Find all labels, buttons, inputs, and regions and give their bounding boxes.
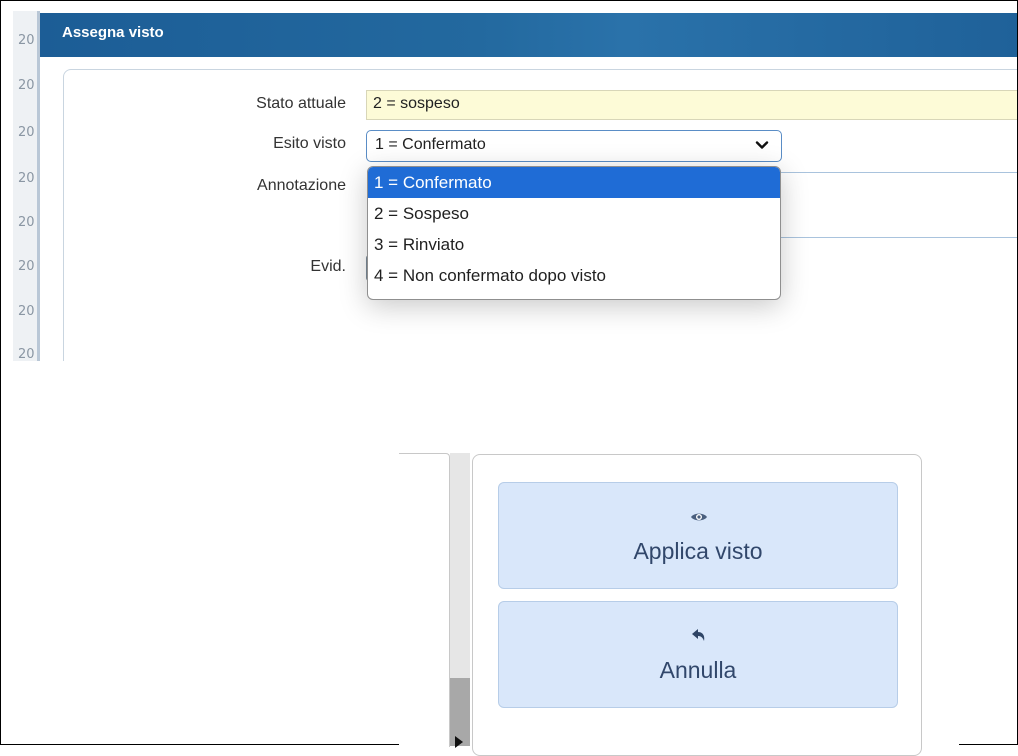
- actions-card: Applica visto Annulla: [472, 454, 922, 756]
- dropdown-option-non-confermato[interactable]: 4 = Non confermato dopo visto: [368, 260, 780, 291]
- vertical-scrollbar[interactable]: [450, 453, 470, 748]
- dialog-title-bar[interactable]: Assegna visto: [40, 13, 1017, 57]
- dropdown-option-confermato[interactable]: 1 = Confermato: [368, 167, 780, 198]
- scroll-right-arrow-icon[interactable]: [455, 736, 463, 748]
- screenshot-frame: 20 20 20 20 20 20 20 20 Assegna visto St…: [0, 0, 1018, 756]
- esito-visto-label: Esito visto: [273, 135, 346, 152]
- gutter-number: 20: [18, 171, 35, 186]
- actions-panel: Applica visto Annulla: [399, 438, 959, 756]
- stato-attuale-label: Stato attuale: [256, 95, 346, 112]
- gutter-number: 20: [18, 304, 35, 319]
- chevron-down-icon: [755, 141, 769, 149]
- assegna-visto-dialog: 20 20 20 20 20 20 20 20 Assegna visto St…: [13, 11, 1017, 361]
- eye-icon: [691, 513, 707, 521]
- gutter-number: 20: [18, 347, 35, 361]
- esito-visto-dropdown-list: 1 = Confermato 2 = Sospeso 3 = Rinviato …: [367, 166, 781, 300]
- stato-attuale-field: 2 = sospeso: [366, 90, 1017, 120]
- esito-visto-select[interactable]: 1 = Confermato: [366, 130, 782, 162]
- gutter-number: 20: [18, 33, 35, 48]
- applica-visto-label: Applica visto: [633, 538, 763, 564]
- background-list-gutter: 20 20 20 20 20 20 20 20: [13, 11, 40, 361]
- annotazione-label: Annotazione: [257, 177, 346, 194]
- gutter-number: 20: [18, 259, 35, 274]
- applica-visto-button[interactable]: Applica visto: [498, 482, 898, 589]
- dialog-title: Assegna visto: [62, 24, 164, 41]
- undo-arrow-icon: [692, 629, 705, 641]
- annulla-label: Annulla: [659, 657, 737, 683]
- gutter-number: 20: [18, 125, 35, 140]
- gutter-number: 20: [18, 78, 35, 93]
- annulla-button[interactable]: Annulla: [498, 601, 898, 708]
- evid-label: Evid.: [310, 258, 346, 275]
- esito-visto-selected-value: 1 = Confermato: [375, 136, 486, 153]
- gutter-number: 20: [18, 215, 35, 230]
- dropdown-option-rinviato[interactable]: 3 = Rinviato: [368, 229, 780, 260]
- side-card: [399, 453, 450, 747]
- dropdown-option-sospeso[interactable]: 2 = Sospeso: [368, 198, 780, 229]
